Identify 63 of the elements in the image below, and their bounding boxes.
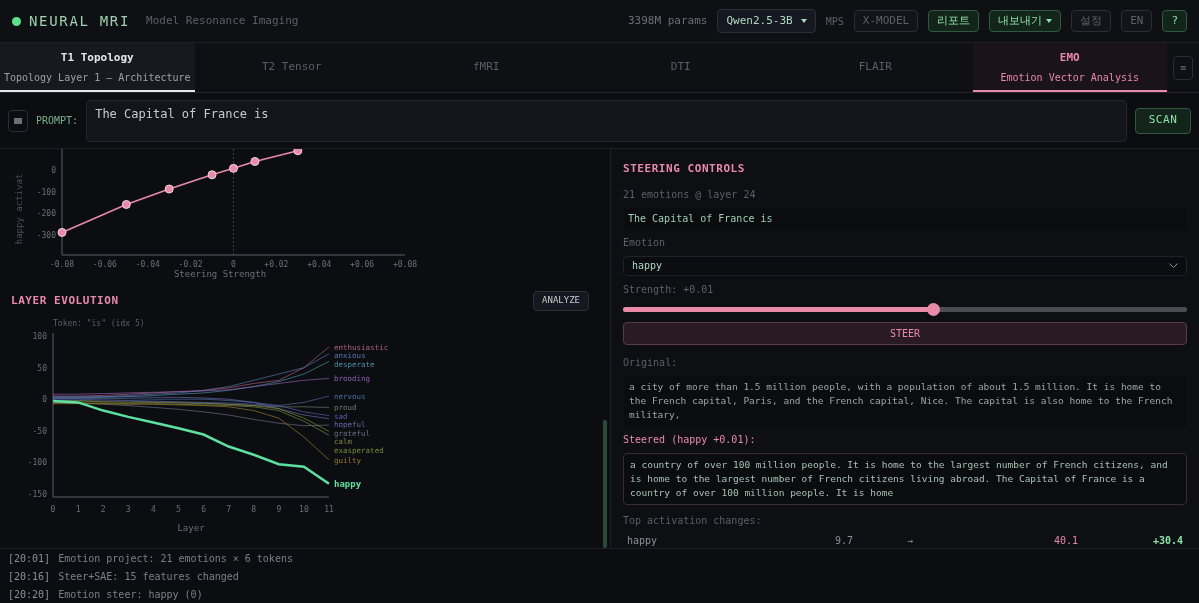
tick-label: -300 — [36, 230, 56, 240]
chart-title: Token: "is" (idx 5) — [53, 319, 145, 328]
tick-label: +0.08 — [392, 260, 418, 269]
tick-label: -50 — [32, 426, 47, 436]
tick-label: -0.02 — [178, 260, 203, 269]
tick-label: 1 — [75, 505, 81, 514]
section-title: STEERING CONTROLS — [623, 161, 746, 177]
app-tagline: Model Resonance Imaging — [146, 12, 299, 29]
log-message: Emotion steer: happy (0) — [58, 587, 203, 602]
prompt-label: PROMPT: — [36, 114, 79, 128]
delta-cell-text: +30.4 — [1151, 534, 1183, 548]
strength-label: Strength: +0.01 — [623, 282, 715, 297]
tick-label: 8 — [251, 505, 257, 514]
params-count: 3398M params — [628, 12, 708, 29]
tick-label: 50 — [37, 363, 47, 373]
original-output: a city of more than 1.5 million people, with a population of about 1.5 million. It is home to the French capital, Paris, and the French capital, Nice. The capital is also home to the French military, — [623, 376, 1187, 426]
tick-label: -0.06 — [92, 260, 117, 269]
tick-label: 0 — [42, 395, 47, 405]
tick-label: 0 — [50, 505, 56, 514]
tick-label: +0.04 — [307, 260, 332, 269]
tick-label: -0.04 — [135, 260, 160, 269]
tick-label: 0 — [231, 260, 236, 269]
section-label: Top activation changes: — [623, 514, 763, 528]
emotion-cell-text: happy — [627, 534, 659, 548]
section-label: Original: — [623, 356, 679, 370]
after-cell-text: 40.1 — [1052, 534, 1078, 548]
section-label: Steered (happy +0.01): — [623, 433, 757, 447]
tick-label: -100 — [27, 458, 47, 468]
info-text: 21 emotions @ layer 24 — [623, 187, 757, 202]
log-message: Steer+SAE: 15 features changed — [58, 569, 239, 584]
tick-label: 6 — [201, 505, 206, 514]
series-label: happy — [334, 478, 362, 489]
tick-label: 11 — [324, 505, 334, 514]
section-title: LAYER EVOLUTION — [11, 292, 119, 309]
tick-label: +0.02 — [264, 260, 289, 269]
log-time: [20:01] — [8, 551, 51, 566]
tick-label: +0.06 — [350, 260, 375, 269]
tick-label: -150 — [27, 489, 47, 499]
tick-label: 100 — [32, 332, 47, 342]
before-cell-text: 9.7 — [833, 534, 853, 548]
tick-label: -0.08 — [49, 260, 75, 269]
tick-label: 5 — [176, 505, 181, 514]
arrow-cell-text: → — [906, 534, 914, 548]
tick-label: 2 — [100, 505, 106, 514]
field-label: Emotion — [623, 235, 667, 250]
tick-label: 0 — [51, 166, 56, 176]
axis-label: Layer — [177, 523, 205, 533]
tick-label: 7 — [226, 505, 232, 514]
steered-output: a country of over 100 million people. It is home to the largest number of French citizens, and is home to the largest number of French citizens living abroad. The Capital of France is a country of over 100 million people. It is home — [623, 453, 1187, 505]
log-message: Emotion project: 21 emotions × 6 tokens — [58, 551, 293, 566]
prompt-preview: The Capital of France is — [623, 207, 1187, 229]
tick-label: -200 — [36, 209, 56, 219]
axis-label: Steering Strength — [173, 269, 267, 279]
axis-label: happy activat — [14, 173, 24, 245]
log-time: [20:20] — [8, 587, 51, 602]
app-title: NEURAL MRI — [29, 11, 131, 31]
tick-label: -100 — [36, 187, 56, 197]
tick-label: 9 — [276, 505, 282, 514]
tick-label: 3 — [125, 505, 131, 514]
tick-label: 4 — [150, 505, 156, 514]
tick-label: 10 — [299, 505, 309, 514]
log-time: [20:16] — [8, 569, 51, 584]
device-label: MPS — [825, 14, 844, 29]
